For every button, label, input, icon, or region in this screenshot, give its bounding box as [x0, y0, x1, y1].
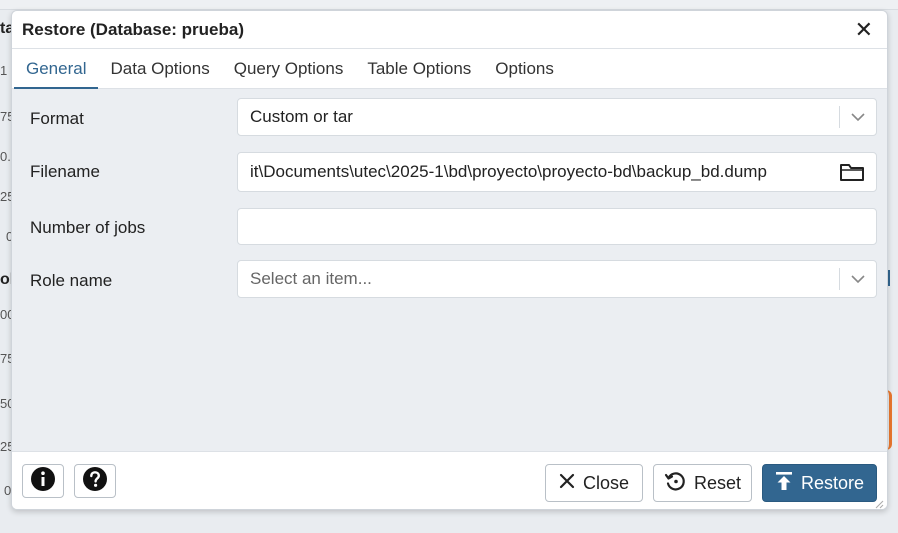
format-select[interactable]: Custom or tar	[237, 98, 877, 136]
chevron-down-icon[interactable]	[840, 274, 876, 284]
role-label: Role name	[30, 271, 113, 290]
restore-button[interactable]: Restore	[762, 464, 877, 502]
close-icon[interactable]: ✕	[855, 18, 873, 41]
close-button-label: Close	[582, 472, 630, 493]
help-button[interactable]	[74, 464, 116, 498]
help-icon	[82, 466, 108, 497]
format-value: Custom or tar	[250, 107, 353, 126]
tab-data-options[interactable]: Data Options	[98, 49, 221, 88]
restore-dialog: Restore (Database: prueba) ✕ General Dat…	[11, 10, 888, 510]
reset-button[interactable]: Reset	[653, 464, 752, 502]
restore-button-label: Restore	[800, 472, 865, 493]
filename-input[interactable]: it\Documents\utec\2025-1\bd\proyecto\pro…	[237, 152, 877, 192]
info-button[interactable]	[22, 464, 64, 498]
jobs-label: Number of jobs	[30, 218, 146, 237]
format-label: Format	[30, 109, 84, 128]
tab-table-options[interactable]: Table Options	[355, 49, 483, 88]
tab-general[interactable]: General	[14, 49, 99, 89]
reset-icon	[664, 470, 686, 497]
dialog-title: Restore (Database: prueba)	[22, 19, 245, 39]
tab-query-options[interactable]: Query Options	[222, 49, 356, 88]
tab-options[interactable]: Options	[483, 49, 566, 88]
tab-bar: General Data Options Query Options Table…	[12, 49, 887, 89]
role-select[interactable]: Select an item...	[237, 260, 877, 298]
background-header-strip	[0, 0, 898, 10]
dialog-footer: Close Reset Restore	[12, 451, 887, 509]
close-button[interactable]: Close	[545, 464, 643, 502]
upload-icon	[775, 471, 793, 496]
jobs-input[interactable]	[237, 208, 877, 245]
chevron-down-icon[interactable]	[840, 112, 876, 122]
resize-handle[interactable]	[874, 496, 884, 509]
close-icon	[559, 473, 575, 494]
background-axis-tick: 1	[0, 63, 8, 78]
info-icon	[30, 466, 56, 497]
form-body: Format Custom or tar Filename it\Documen…	[12, 89, 887, 452]
filename-value: it\Documents\utec\2025-1\bd\proyecto\pro…	[250, 162, 767, 181]
dialog-titlebar[interactable]: Restore (Database: prueba) ✕	[12, 11, 887, 49]
reset-button-label: Reset	[693, 472, 742, 493]
folder-icon[interactable]	[828, 162, 876, 182]
role-placeholder: Select an item...	[250, 269, 372, 288]
filename-label: Filename	[30, 162, 100, 181]
